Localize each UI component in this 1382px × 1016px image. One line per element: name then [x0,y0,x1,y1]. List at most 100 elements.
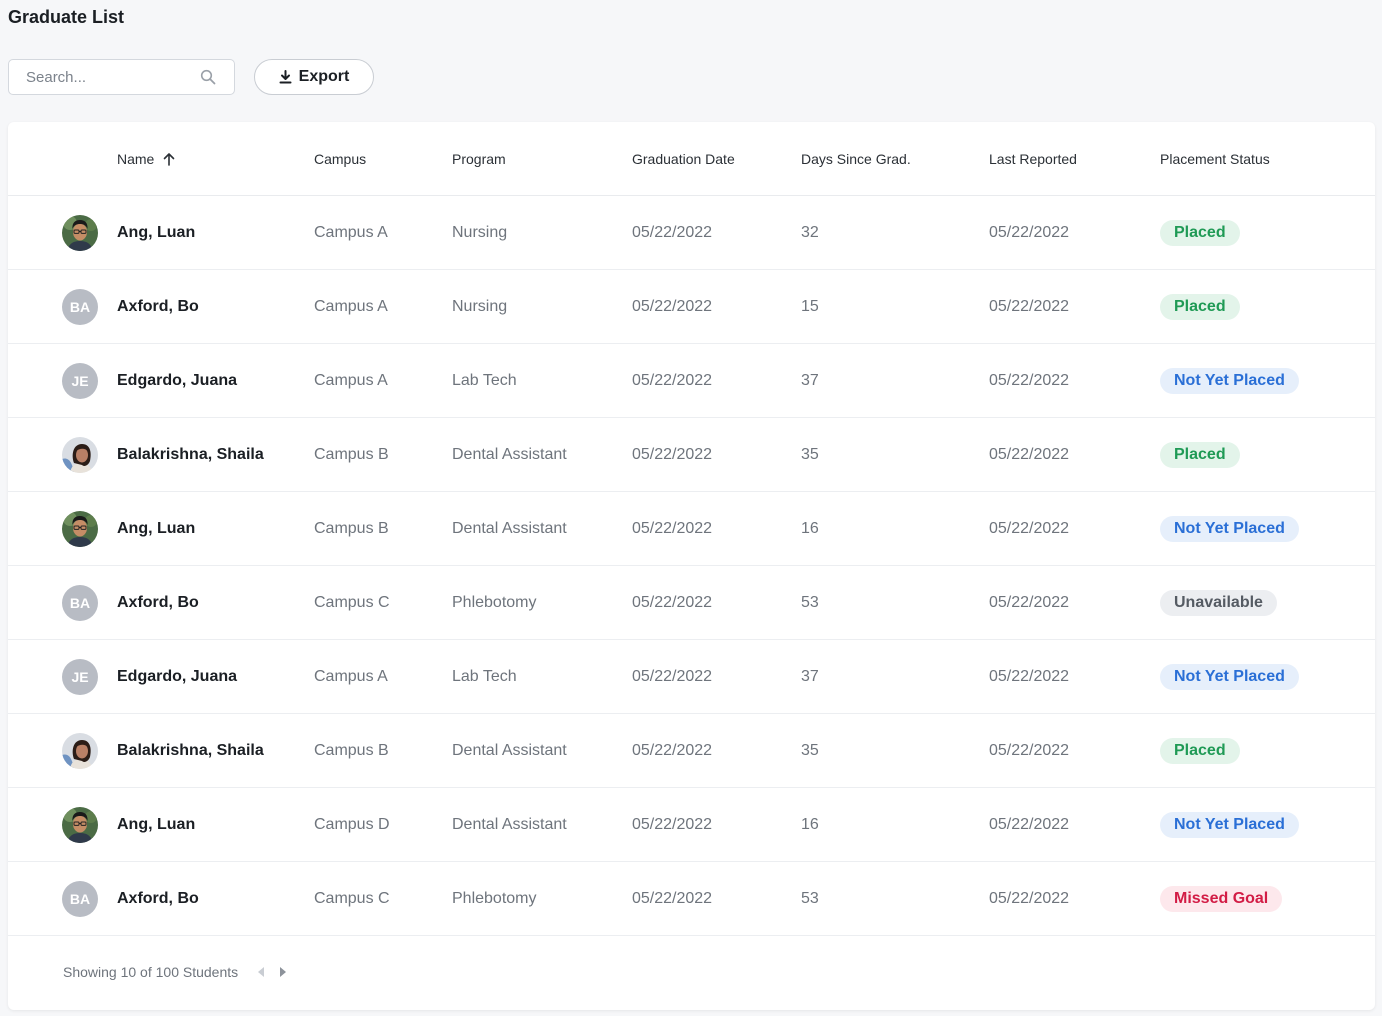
table-row[interactable]: BA Axford, Bo Campus A Nursing 05/22/2022 15 0… [8,270,1375,344]
table-row[interactable]: Ang, Luan Campus B Dental Assistant 05/22/2… [8,492,1375,566]
cell-placement-status: Placed [1160,270,1240,344]
cell-name[interactable]: Axford, Bo [117,270,199,344]
cell-last-reported: 05/22/2022 [989,742,1070,759]
cell-placement-status: Placed [1160,418,1240,492]
column-header-program[interactable]: Program [452,151,506,167]
cell-last-reported: 05/22/2022 [989,446,1070,463]
table-row[interactable]: Balakrishna, Shaila Campus B Dental Assist… [8,418,1375,492]
table-footer: Showing 10 of 100 Students [63,964,288,980]
avatar-photo [62,511,98,547]
cell-program: Dental Assistant [452,816,567,833]
avatar-initials: JE [62,659,98,695]
cell-last-reported: 05/22/2022 [989,520,1070,537]
avatar-initials: BA [62,585,98,621]
table-body: Ang, Luan Campus A Nursing 05/22/2022 32 05/2… [8,196,1375,936]
search-icon[interactable] [200,69,216,85]
status-badge: Placed [1160,294,1240,320]
export-label: Export [298,68,350,85]
cell-placement-status: Missed Goal [1160,862,1283,936]
cell-last-reported: 05/22/2022 [989,890,1070,907]
cell-campus: Campus D [314,816,390,833]
avatar-photo [62,215,98,251]
cell-campus: Campus B [314,742,389,759]
cell-days-since-grad: 35 [801,446,819,463]
column-header-last-reported[interactable]: Last Reported [989,151,1077,167]
cell-program: Phlebotomy [452,594,537,611]
cell-campus: Campus A [314,224,388,241]
cell-days-since-grad: 53 [801,890,819,907]
column-header-placement-status[interactable]: Placement Status [1160,151,1270,167]
status-badge: Not Yet Placed [1160,368,1299,394]
cell-name[interactable]: Balakrishna, Shaila [117,714,264,788]
chevron-right-icon [280,967,287,977]
cell-name[interactable]: Axford, Bo [117,566,199,640]
cell-name[interactable]: Ang, Luan [117,492,195,566]
cell-name[interactable]: Edgardo, Juana [117,640,237,714]
avatar-photo [62,807,98,843]
column-header-name[interactable]: Name [117,151,176,167]
cell-graduation-date: 05/22/2022 [632,372,713,389]
cell-campus: Campus A [314,372,388,389]
cell-days-since-grad: 15 [801,298,819,315]
cell-days-since-grad: 53 [801,594,819,611]
avatar-initials: JE [62,363,98,399]
cell-placement-status: Not Yet Placed [1160,640,1299,714]
cell-days-since-grad: 32 [801,224,819,241]
cell-graduation-date: 05/22/2022 [632,668,713,685]
table-row[interactable]: BA Axford, Bo Campus C Phlebotomy 05/22/2022… [8,862,1375,936]
prev-page-button[interactable] [256,965,266,979]
sort-ascending-icon[interactable] [162,152,176,166]
table-row[interactable]: Ang, Luan Campus D Dental Assistant 05/22/2… [8,788,1375,862]
cell-placement-status: Unavailable [1160,566,1277,640]
avatar-photo [62,437,98,473]
cell-last-reported: 05/22/2022 [989,372,1070,389]
column-label: Placement Status [1160,151,1270,167]
export-button[interactable]: Export [254,59,374,95]
cell-days-since-grad: 16 [801,520,819,537]
cell-last-reported: 05/22/2022 [989,816,1070,833]
next-page-button[interactable] [278,965,288,979]
status-badge: Missed Goal [1160,886,1283,912]
status-badge: Placed [1160,738,1240,764]
cell-placement-status: Not Yet Placed [1160,492,1299,566]
cell-last-reported: 05/22/2022 [989,298,1070,315]
table-row[interactable]: Balakrishna, Shaila Campus B Dental Assist… [8,714,1375,788]
table-row[interactable]: JE Edgardo, Juana Campus A Lab Tech 05/22/20… [8,344,1375,418]
status-badge: Not Yet Placed [1160,516,1299,542]
table-row[interactable]: Ang, Luan Campus A Nursing 05/22/2022 32 05/2… [8,196,1375,270]
cell-graduation-date: 05/22/2022 [632,298,713,315]
column-label: Days Since Grad. [801,151,911,167]
cell-last-reported: 05/22/2022 [989,224,1070,241]
search-box [8,59,235,95]
cell-graduation-date: 05/22/2022 [632,520,713,537]
cell-campus: Campus C [314,594,390,611]
cell-days-since-grad: 37 [801,668,819,685]
cell-placement-status: Placed [1160,714,1240,788]
table-row[interactable]: JE Edgardo, Juana Campus A Lab Tech 05/22/20… [8,640,1375,714]
cell-name[interactable]: Balakrishna, Shaila [117,418,264,492]
cell-days-since-grad: 35 [801,742,819,759]
status-badge: Placed [1160,220,1240,246]
graduate-table: Name Campus Program Graduation Date Days… [8,122,1375,1010]
table-row[interactable]: BA Axford, Bo Campus C Phlebotomy 05/22/2022… [8,566,1375,640]
column-label: Last Reported [989,151,1077,167]
cell-name[interactable]: Ang, Luan [117,196,195,270]
cell-placement-status: Not Yet Placed [1160,344,1299,418]
column-label: Name [117,151,155,167]
cell-name[interactable]: Axford, Bo [117,862,199,936]
column-header-campus[interactable]: Campus [314,151,366,167]
column-header-days-since-grad[interactable]: Days Since Grad. [801,151,911,167]
cell-name[interactable]: Edgardo, Juana [117,344,237,418]
column-header-graduation-date[interactable]: Graduation Date [632,151,735,167]
cell-graduation-date: 05/22/2022 [632,446,713,463]
cell-program: Phlebotomy [452,890,537,907]
chevron-left-icon [258,967,265,977]
cell-placement-status: Placed [1160,196,1240,270]
cell-program: Lab Tech [452,372,517,389]
cell-program: Dental Assistant [452,520,567,537]
avatar-initials: BA [62,289,98,325]
cell-name[interactable]: Ang, Luan [117,788,195,862]
cell-program: Nursing [452,298,508,315]
cell-graduation-date: 05/22/2022 [632,742,713,759]
pagination [256,965,288,979]
